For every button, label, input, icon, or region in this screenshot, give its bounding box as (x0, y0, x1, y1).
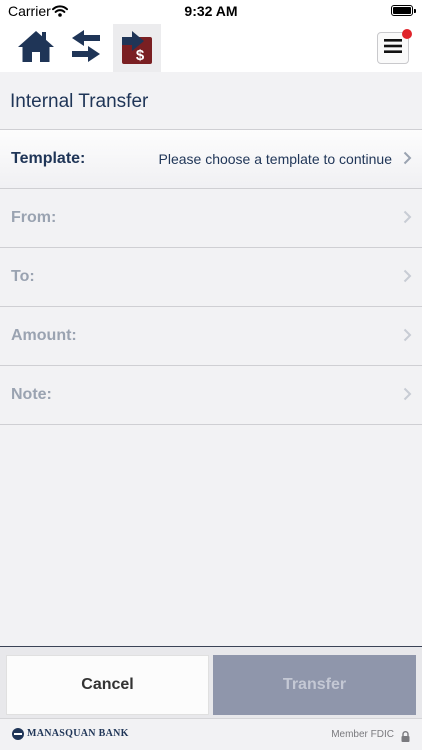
template-row[interactable]: Template: Please choose a template to co… (0, 130, 422, 189)
top-nav-bar: $ (0, 24, 422, 72)
bank-logo-icon (12, 728, 24, 740)
amount-label: Amount: (11, 327, 77, 344)
to-label: To: (11, 268, 35, 285)
member-fdic-label: Member FDIC (331, 729, 394, 740)
menu-button[interactable] (377, 29, 412, 64)
status-time: 9:32 AM (184, 3, 238, 19)
home-icon (17, 29, 55, 68)
template-label: Template: (11, 150, 86, 167)
page-title: Internal Transfer (10, 91, 149, 112)
page-header: Internal Transfer (0, 72, 422, 130)
chevron-right-icon (403, 387, 412, 406)
chevron-right-icon (403, 151, 412, 170)
bank-name: MANASQUAN BANK (27, 728, 129, 739)
battery-icon (391, 5, 416, 16)
transfer-button[interactable]: Transfer (213, 655, 416, 715)
chevron-right-icon (403, 269, 412, 288)
lock-icon (401, 729, 410, 747)
notification-badge (402, 29, 412, 39)
chevron-right-icon (403, 210, 412, 229)
home-button[interactable] (12, 24, 60, 72)
footer: MANASQUAN BANK Member FDIC (0, 718, 422, 750)
note-label: Note: (11, 386, 52, 403)
amount-row[interactable]: Amount: (0, 307, 422, 366)
pay-bill-button[interactable]: $ (113, 24, 161, 72)
note-row[interactable]: Note: (0, 366, 422, 425)
action-bar: Cancel Transfer (0, 646, 422, 718)
status-bar: Carrier 9:32 AM (0, 0, 422, 24)
hamburger-menu-icon (384, 38, 402, 58)
from-label: From: (11, 209, 57, 226)
chevron-right-icon (403, 328, 412, 347)
transfers-icon (70, 29, 102, 68)
template-value: Please choose a template to continue (158, 151, 393, 167)
svg-text:$: $ (136, 47, 145, 64)
cancel-button[interactable]: Cancel (6, 655, 209, 715)
pay-bill-icon: $ (120, 27, 154, 70)
to-row[interactable]: To: (0, 248, 422, 307)
from-row[interactable]: From: (0, 189, 422, 248)
transfers-button[interactable] (62, 24, 110, 72)
